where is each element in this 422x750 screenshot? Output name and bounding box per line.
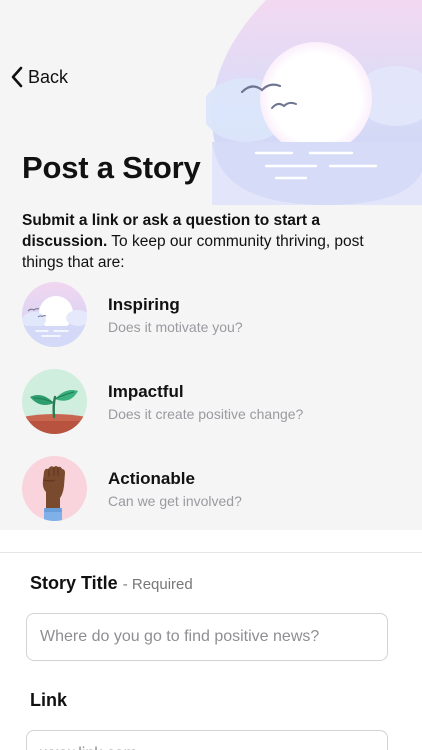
criteria-name: Inspiring xyxy=(108,294,180,314)
criteria-item-impactful: Impactful Does it create positive change… xyxy=(22,368,412,434)
criteria-text: Inspiring Does it motivate you? xyxy=(108,294,243,335)
back-label: Back xyxy=(28,66,69,87)
sunrise-illustration-icon xyxy=(22,281,87,347)
story-title-label-text: Story Title xyxy=(30,573,118,593)
criteria-description: Does it create positive change? xyxy=(108,405,304,422)
criteria-name: Actionable xyxy=(108,468,195,488)
story-title-label: Story Title - Required xyxy=(30,573,193,594)
criteria-item-inspiring: Inspiring Does it motivate you? xyxy=(22,281,412,347)
chevron-left-icon xyxy=(11,66,23,88)
criteria-text: Actionable Can we get involved? xyxy=(108,468,242,509)
seedling-illustration-icon xyxy=(22,368,87,434)
info-section: Back Post a Story Submit a link or ask a… xyxy=(0,0,422,530)
link-label: Link xyxy=(30,690,68,710)
page-title: Post a Story xyxy=(22,150,201,185)
back-button[interactable]: Back xyxy=(10,62,68,92)
link-input[interactable] xyxy=(26,730,388,750)
criteria-description: Can we get involved? xyxy=(108,492,242,509)
story-title-input[interactable] xyxy=(26,613,388,661)
raised-fist-illustration-icon xyxy=(22,455,87,521)
criteria-item-actionable: Actionable Can we get involved? xyxy=(22,455,412,521)
criteria-description: Does it motivate you? xyxy=(108,318,243,335)
required-indicator: - Required xyxy=(122,576,193,593)
criteria-name: Impactful xyxy=(108,381,184,401)
section-divider xyxy=(0,552,422,553)
hero-illustration xyxy=(206,0,422,205)
criteria-text: Impactful Does it create positive change… xyxy=(108,381,303,422)
intro-text: Submit a link or ask a question to start… xyxy=(22,210,402,273)
